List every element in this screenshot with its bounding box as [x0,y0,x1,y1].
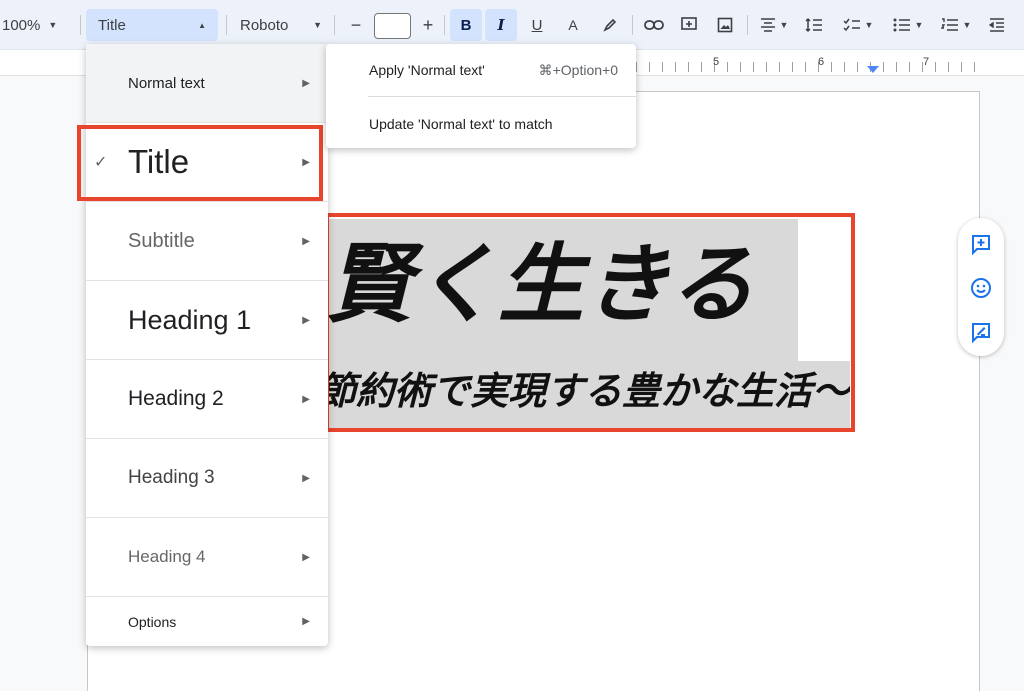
font-value: Roboto [240,16,289,34]
ruler-number: 5 [713,56,720,68]
chevron-right-icon: ▶ [302,393,310,405]
chevron-right-icon: ▶ [302,77,310,89]
floating-actions-panel [958,218,1004,356]
chevron-right-icon: ▶ [302,235,310,247]
normal-text-submenu: Apply 'Normal text' ⌘+Option+0 Update 'N… [326,44,636,148]
suggest-edits-icon[interactable] [969,320,993,344]
divider [632,15,633,35]
chevron-right-icon: ▶ [302,616,310,627]
annotation-highlight-box [325,213,855,432]
chevron-down-icon: ▼ [962,20,972,30]
add-comment-icon[interactable] [673,9,705,41]
keyboard-shortcut: ⌘+Option+0 [538,62,618,78]
menu-item-label: Heading 2 [128,387,224,410]
divider [368,96,636,97]
toolbar: 100% ▼ Title ▲ Roboto ▼ − + B I U A ▼ ▼ ▼ ▼ [0,0,1024,50]
paragraph-style-select[interactable]: Title ▲ [86,9,218,41]
menu-item-label: Heading 4 [128,547,206,566]
indent-marker-icon[interactable] [867,66,879,73]
insert-image-icon[interactable] [709,9,741,41]
menu-item-heading-2[interactable]: Heading 2 ▶ [86,360,328,439]
menu-item-normal-text[interactable]: Normal text ▶ [86,44,328,123]
divider [226,15,227,35]
menu-item-heading-4[interactable]: Heading 4 ▶ [86,518,328,597]
menu-item-label: Normal text [128,74,205,92]
menu-item-heading-1[interactable]: Heading 1 ▶ [86,281,328,360]
chevron-up-icon: ▲ [198,20,206,30]
menu-item-label: Heading 3 [128,467,215,488]
chevron-right-icon: ▶ [302,551,310,563]
align-center-icon[interactable]: ▼ [754,9,794,41]
chevron-down-icon: ▼ [48,20,58,30]
update-normal-text-item[interactable]: Update 'Normal text' to match [369,116,553,132]
divider [334,15,335,35]
menu-item-label: Subtitle [128,229,195,252]
chevron-down-icon: ▼ [864,20,874,30]
zoom-value: 100% [2,16,41,34]
checklist-icon[interactable]: ▼ [836,9,880,41]
text-color-button[interactable]: A [557,9,589,41]
menu-item-options[interactable]: Options ▶ [86,597,328,646]
decrease-indent-icon[interactable] [982,9,1012,41]
annotation-highlight-box [77,125,323,201]
divider [444,15,445,35]
chevron-down-icon: ▼ [779,20,789,30]
add-comment-icon[interactable] [969,232,993,256]
menu-item-label: Options [128,613,177,630]
zoom-select[interactable]: 100% ▼ [0,9,72,41]
chevron-right-icon: ▶ [302,314,310,326]
chevron-right-icon: ▶ [302,472,310,484]
chevron-down-icon: ▼ [914,20,924,30]
font-select[interactable]: Roboto ▼ [232,9,328,41]
divider [80,15,81,35]
divider [747,15,748,35]
highlight-pen-icon[interactable] [594,9,626,41]
ruler-number: 7 [923,56,930,68]
numbered-list-icon[interactable]: ▼ [934,9,978,41]
font-size-input[interactable] [374,13,411,39]
chevron-down-icon: ▼ [313,20,322,30]
menu-item-label: Heading 1 [128,304,252,335]
link-icon[interactable] [638,9,670,41]
paragraph-style-value: Title [98,16,126,34]
bold-button[interactable]: B [450,9,482,41]
menu-item-subtitle[interactable]: Subtitle ▶ [86,202,328,281]
underline-button[interactable]: U [521,9,553,41]
decrease-font-size-button[interactable]: − [344,9,368,41]
ruler-number: 6 [818,56,825,68]
increase-font-size-button[interactable]: + [416,9,440,41]
menu-item-heading-3[interactable]: Heading 3 ▶ [86,439,328,518]
italic-button[interactable]: I [485,9,517,41]
apply-normal-text-item[interactable]: Apply 'Normal text' [369,62,485,78]
line-spacing-icon[interactable] [800,9,828,41]
emoji-reaction-icon[interactable] [969,276,993,300]
bulleted-list-icon[interactable]: ▼ [886,9,930,41]
